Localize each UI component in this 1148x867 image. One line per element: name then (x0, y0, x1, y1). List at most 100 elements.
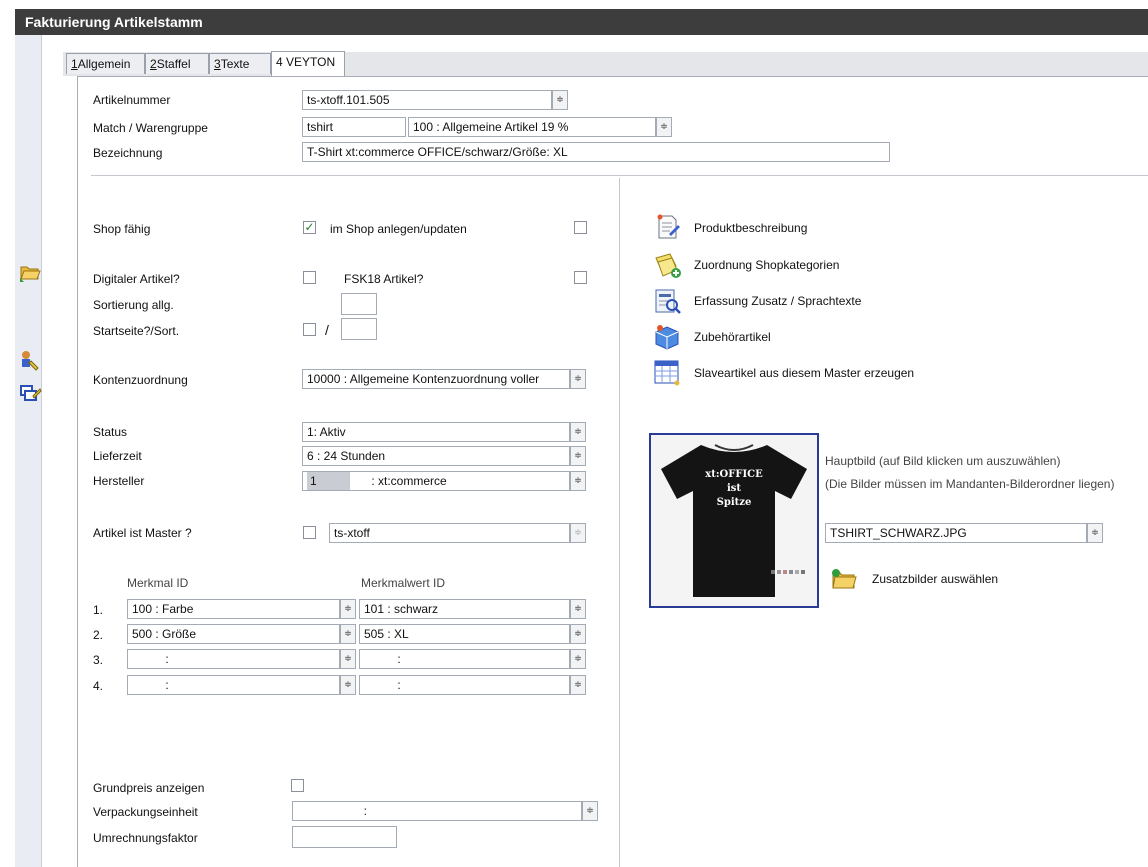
master-label: Artikel ist Master ? (93, 526, 192, 540)
fsk18-label: FSK18 Artikel? (344, 272, 424, 286)
folder-open-icon[interactable] (18, 258, 42, 284)
master-checkbox[interactable] (303, 526, 316, 539)
merkmal-id-spinner[interactable]: ≑ (340, 599, 356, 619)
grid-icon[interactable] (652, 357, 682, 387)
kontenzuordnung-spinner[interactable]: ≑ (570, 369, 586, 389)
hersteller-field[interactable]: 1 : xt:commerce (302, 471, 570, 491)
kontenzuordnung-field[interactable]: 10000 : Allgemeine Kontenzuordnung volle… (302, 369, 570, 389)
verpackung-label: Verpackungseinheit (93, 805, 198, 819)
tab-texte[interactable]: 3Texte (209, 53, 271, 74)
link-erfassung-zusatz[interactable]: Erfassung Zusatz / Sprachtexte (694, 292, 861, 310)
toolbar-gap (42, 35, 63, 867)
status-spinner[interactable]: ≑ (570, 422, 586, 442)
merkmal-row-number: 4. (93, 679, 104, 693)
status-label: Status (93, 425, 128, 439)
merkmal-id-spinner[interactable]: ≑ (340, 649, 356, 669)
left-toolbar (15, 35, 42, 867)
link-zubehoerartikel[interactable]: Zubehörartikel (694, 328, 771, 346)
merkmal-row-number: 2. (93, 628, 104, 642)
shop-faehig-label: Shop fähig (93, 222, 151, 236)
hersteller-label: Hersteller (93, 474, 145, 488)
tab-allgemein[interactable]: 1Allgemein (66, 53, 145, 74)
warengruppe-spinner[interactable]: ≑ (656, 117, 672, 137)
grundpreis-checkbox[interactable] (291, 779, 304, 792)
zusatzbilder-link[interactable]: Zusatzbilder auswählen (872, 570, 998, 588)
im-shop-checkbox[interactable] (574, 221, 587, 234)
startseite-checkbox[interactable] (303, 323, 316, 336)
merkmal-id-field[interactable]: 500 : Größe (127, 624, 340, 644)
merkmalwert-id-spinner[interactable]: ≑ (570, 675, 586, 695)
folder-images-icon[interactable] (830, 566, 858, 592)
artikelnummer-field[interactable]: ts-xtoff.101.505 (302, 90, 552, 110)
shirt-print-line: xt:OFFICE (705, 469, 763, 480)
tab-content-frame (77, 76, 1148, 867)
merkmal-id-field[interactable]: 100 : Farbe (127, 599, 340, 619)
lieferzeit-spinner[interactable]: ≑ (570, 446, 586, 466)
verpackung-spinner[interactable]: ≑ (582, 801, 598, 821)
tshirt-image: xt:OFFICE ist Spitze (651, 435, 817, 606)
lieferzeit-field[interactable]: 6 : 24 Stunden (302, 446, 570, 466)
image-hint-folder: (Die Bilder müssen im Mandanten-Bilderor… (825, 477, 1115, 491)
image-filename-field[interactable]: TSHIRT_SCHWARZ.JPG (825, 523, 1087, 543)
merkmal-row-number: 3. (93, 653, 104, 667)
artikelnummer-label: Artikelnummer (93, 93, 171, 107)
merkmalwert-id-spinner[interactable]: ≑ (570, 624, 586, 644)
merkmalwert-id-field[interactable]: 101 : schwarz (359, 599, 570, 619)
artikelnummer-spinner[interactable]: ≑ (552, 90, 568, 110)
status-field[interactable]: 1: Aktiv (302, 422, 570, 442)
merkmalwert-id-field[interactable]: : (359, 649, 570, 669)
merkmalwert-id-field[interactable]: 505 : XL (359, 624, 570, 644)
fsk18-checkbox[interactable] (574, 271, 587, 284)
text-search-icon[interactable] (652, 286, 682, 316)
link-zuordnung-shopkategorien[interactable]: Zuordnung Shopkategorien (694, 256, 839, 274)
umrechnung-field[interactable] (292, 826, 397, 848)
sortierung-field[interactable] (341, 293, 377, 315)
digital-label: Digitaler Artikel? (93, 272, 180, 286)
image-hint: Hauptbild (auf Bild klicken um auszuwähl… (825, 454, 1061, 468)
grundpreis-label: Grundpreis anzeigen (93, 781, 205, 795)
merkmal-id-spinner[interactable]: ≑ (340, 675, 356, 695)
warengruppe-field[interactable]: 100 : Allgemeine Artikel 19 % (408, 117, 656, 137)
merkmal-id-header: Merkmal ID (127, 576, 189, 590)
hersteller-spinner[interactable]: ≑ (570, 471, 586, 491)
document-pen-icon[interactable] (652, 212, 682, 242)
shirt-print-line: ist (727, 483, 741, 494)
kontenzuordnung-label: Kontenzuordnung (93, 373, 188, 387)
merkmal-id-spinner[interactable]: ≑ (340, 624, 356, 644)
link-slaveartikel[interactable]: Slaveartikel aus diesem Master erzeugen (694, 364, 914, 382)
link-produktbeschreibung[interactable]: Produktbeschreibung (694, 219, 807, 237)
merkmal-row-number: 1. (93, 603, 104, 617)
merkmalwert-id-field[interactable]: : (359, 675, 570, 695)
merkmalwert-id-spinner[interactable]: ≑ (570, 599, 586, 619)
im-shop-label: im Shop anlegen/updaten (330, 222, 467, 236)
user-edit-icon[interactable] (18, 347, 42, 373)
tab-staffel[interactable]: 2Staffel (145, 53, 209, 74)
tab-veyton[interactable]: 4 VEYTON (271, 51, 345, 76)
bezeichnung-field[interactable]: T-Shirt xt:commerce OFFICE/schwarz/Größe… (302, 142, 890, 162)
slash-separator: / (325, 322, 329, 338)
image-filename-spinner[interactable]: ≑ (1087, 523, 1103, 543)
digital-checkbox[interactable] (303, 271, 316, 284)
hersteller-id: 1 (307, 472, 350, 490)
merkmal-id-field[interactable]: : (127, 675, 340, 695)
category-add-icon[interactable] (652, 250, 682, 280)
merkmalwert-id-spinner[interactable]: ≑ (570, 649, 586, 669)
hersteller-name: : xt:commerce (371, 474, 447, 488)
lieferzeit-label: Lieferzeit (93, 449, 142, 463)
vertical-divider (619, 178, 620, 867)
box-icon[interactable] (652, 322, 682, 352)
match-field[interactable]: tshirt (302, 117, 406, 137)
startseite-sort-field[interactable] (341, 318, 377, 340)
shop-faehig-checkbox[interactable]: ✓ (303, 221, 316, 234)
master-field[interactable]: ts-xtoff (329, 523, 570, 543)
startseite-label: Startseite?/Sort. (93, 324, 180, 338)
verpackung-field[interactable]: : (292, 801, 582, 821)
window-title: Fakturierung Artikelstamm (15, 9, 1148, 35)
shirt-print-line: Spitze (717, 497, 752, 508)
horizontal-divider (91, 175, 1148, 176)
product-image[interactable]: xt:OFFICE ist Spitze (649, 433, 819, 608)
umrechnung-label: Umrechnungsfaktor (93, 831, 198, 845)
merkmal-id-field[interactable]: : (127, 649, 340, 669)
window-edit-icon[interactable] (18, 382, 42, 408)
master-spinner[interactable]: ≑ (570, 523, 586, 543)
